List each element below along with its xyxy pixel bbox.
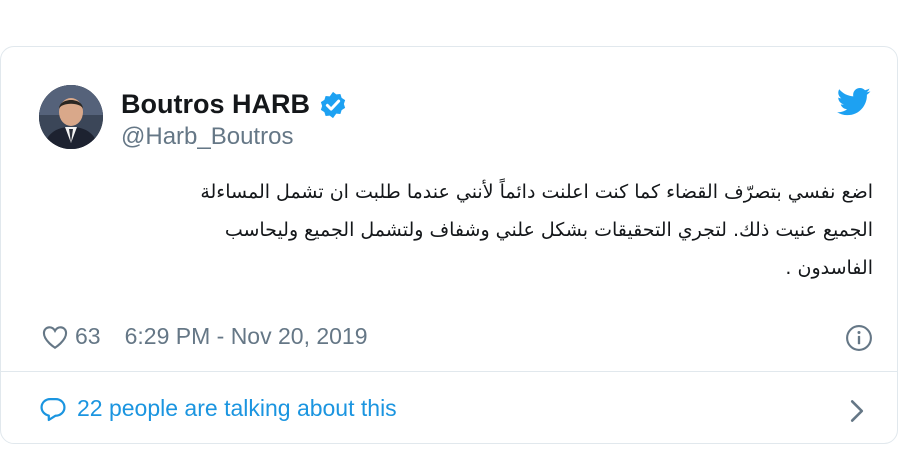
author-name[interactable]: Boutros HARB	[121, 89, 310, 120]
avatar-portrait	[39, 85, 103, 149]
chevron-right-icon[interactable]	[849, 399, 865, 423]
conversation-text[interactable]: 22 people are talking about this	[77, 395, 397, 422]
tweet-text: اضع نفسي بتصرّف القضاء كما كنت اعلنت دائ…	[33, 173, 873, 287]
tweet-text-line: الجميع عنيت ذلك. لتجري التحقيقات بشكل عل…	[224, 219, 873, 241]
conversation-link[interactable]: 22 people are talking about this	[39, 395, 397, 422]
verified-badge-icon	[318, 90, 348, 120]
heart-icon[interactable]	[41, 324, 69, 350]
tweet-text-line: اضع نفسي بتصرّف القضاء كما كنت اعلنت دائ…	[200, 181, 873, 203]
avatar[interactable]	[39, 85, 103, 149]
author-handle[interactable]: @Harb_Boutros	[121, 123, 293, 151]
like-count[interactable]: 63	[75, 323, 101, 350]
speech-bubble-icon	[39, 396, 67, 422]
tweet-meta: 63 6:29 PM - Nov 20, 2019	[41, 323, 368, 350]
author-name-row[interactable]: Boutros HARB	[121, 89, 348, 120]
info-icon[interactable]	[845, 324, 873, 352]
tweet-text-line: الفاسدون .	[785, 257, 873, 279]
twitter-bird-icon[interactable]	[836, 87, 871, 117]
tweet-timestamp[interactable]: 6:29 PM - Nov 20, 2019	[125, 323, 368, 350]
divider	[1, 371, 897, 372]
tweet-card[interactable]: Boutros HARB @Harb_Boutros اضع نفسي بتصر…	[0, 46, 898, 444]
